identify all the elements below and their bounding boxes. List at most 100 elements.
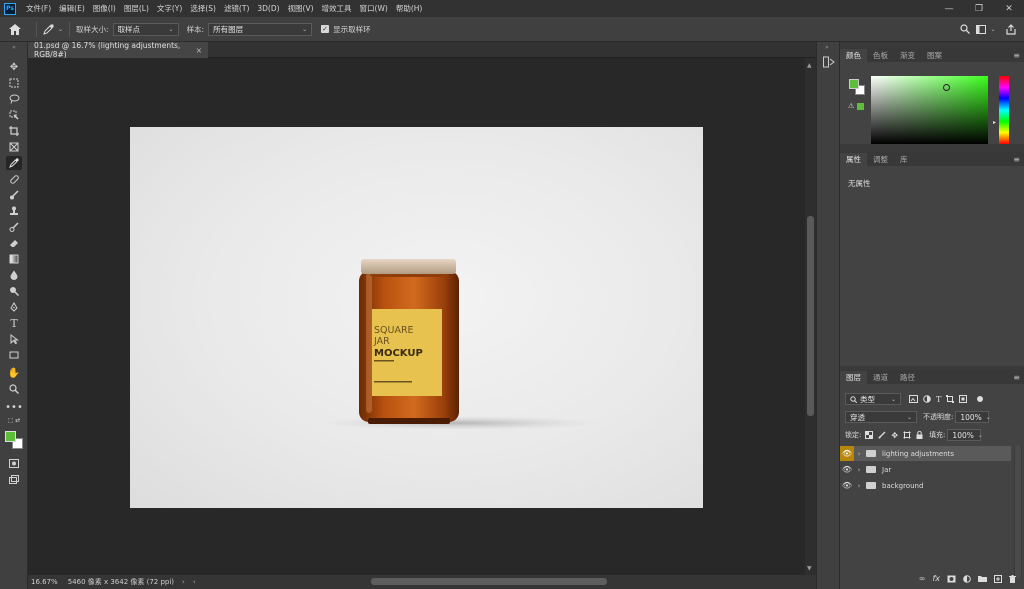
panel-menu-icon[interactable]: ≡: [1013, 373, 1020, 382]
fx-icon[interactable]: fx: [932, 574, 940, 583]
menu-select[interactable]: 选择(S): [186, 3, 220, 14]
adjustment-icon[interactable]: [963, 574, 971, 583]
healing-brush-tool-icon[interactable]: [6, 172, 22, 186]
chevron-right-icon[interactable]: ›: [854, 482, 864, 490]
panel-menu-icon[interactable]: ≡: [1013, 155, 1020, 164]
close-window-button[interactable]: ✕: [994, 0, 1024, 17]
trash-icon[interactable]: [1009, 574, 1016, 583]
filter-type-icon[interactable]: T: [936, 395, 941, 404]
filter-toggle-icon[interactable]: [977, 396, 984, 402]
foreground-color-swatch[interactable]: [5, 431, 16, 442]
mask-icon[interactable]: [947, 575, 956, 583]
layer-row-background[interactable]: 👁 › background: [840, 478, 1011, 493]
more-tools-icon[interactable]: •••: [5, 400, 23, 414]
search-icon[interactable]: [956, 24, 974, 34]
hue-slider[interactable]: ▸: [993, 76, 1009, 144]
sample-select[interactable]: 所有图层 ⌄: [208, 22, 313, 36]
pen-tool-icon[interactable]: [6, 300, 22, 314]
eraser-tool-icon[interactable]: [6, 236, 22, 250]
blend-mode-select[interactable]: 穿透 ⌄: [845, 411, 917, 423]
menu-filter[interactable]: 滤镜(T): [220, 3, 253, 14]
home-icon[interactable]: [0, 23, 30, 35]
clone-stamp-tool-icon[interactable]: [6, 204, 22, 218]
visibility-eye-icon[interactable]: 👁: [840, 446, 854, 461]
document-info[interactable]: 5460 像素 x 3642 像素 (72 ppi): [68, 577, 174, 587]
move-tool-icon[interactable]: ✥: [6, 60, 22, 74]
menu-3d[interactable]: 3D(D): [253, 4, 283, 13]
panel-menu-icon[interactable]: ≡: [1013, 51, 1020, 60]
menu-image[interactable]: 图像(I): [89, 3, 120, 14]
menu-layer[interactable]: 图层(L): [120, 3, 153, 14]
visibility-eye-icon[interactable]: 👁: [840, 481, 854, 490]
minimize-button[interactable]: —: [934, 0, 964, 17]
path-selection-tool-icon[interactable]: [6, 332, 22, 346]
gradient-tool-icon[interactable]: [6, 252, 22, 266]
link-icon[interactable]: ∞: [919, 574, 926, 583]
layer-name[interactable]: background: [882, 482, 923, 490]
screen-mode-icon[interactable]: [6, 472, 22, 486]
lock-transparent-icon[interactable]: [865, 431, 874, 439]
menu-plugins[interactable]: 增效工具: [318, 3, 356, 14]
marquee-tool-icon[interactable]: [6, 76, 22, 90]
tab-layers[interactable]: 图层: [840, 371, 867, 384]
hue-slider-handle[interactable]: ▸: [993, 119, 996, 126]
menu-view[interactable]: 视图(V): [284, 3, 318, 14]
foreground-color-chip[interactable]: [849, 79, 859, 89]
visibility-eye-icon[interactable]: 👁: [840, 465, 854, 474]
horizontal-scroll-thumb[interactable]: [371, 578, 607, 585]
zoom-tool-icon[interactable]: [6, 382, 22, 396]
brush-tool-icon[interactable]: [6, 188, 22, 202]
layer-name[interactable]: Jar: [882, 466, 891, 474]
lock-position-icon[interactable]: ✥: [891, 431, 898, 440]
gamut-warning-icon[interactable]: ⚠: [848, 102, 854, 110]
workspace-icon[interactable]: ⌄: [974, 24, 998, 34]
blur-tool-icon[interactable]: [6, 268, 22, 282]
tab-color[interactable]: 颜色: [840, 49, 867, 62]
opacity-input[interactable]: 100% ⌄: [955, 411, 991, 423]
chevron-right-icon[interactable]: ›: [182, 578, 185, 586]
maximize-button[interactable]: ❐: [964, 0, 994, 17]
tab-gradients[interactable]: 渐变: [894, 49, 921, 62]
eyedropper-preset-icon[interactable]: ⌄: [43, 24, 63, 35]
dodge-tool-icon[interactable]: [6, 284, 22, 298]
object-selection-tool-icon[interactable]: [6, 108, 22, 122]
layer-row-lighting-adjustments[interactable]: 👁 › lighting adjustments: [840, 446, 1011, 461]
tab-swatches[interactable]: 色板: [867, 49, 894, 62]
tab-adjustments[interactable]: 调整: [867, 153, 894, 166]
folder-icon[interactable]: [978, 575, 987, 582]
eyedropper-tool-icon[interactable]: [6, 156, 22, 170]
lock-pixels-icon[interactable]: [878, 431, 886, 439]
frame-tool-icon[interactable]: [6, 140, 22, 154]
chevron-left-icon[interactable]: ‹: [193, 578, 196, 586]
tab-paths[interactable]: 路径: [894, 371, 921, 384]
collapse-panels-icon[interactable]: »: [825, 44, 829, 51]
vertical-scrollbar[interactable]: ▲ ▼: [805, 58, 816, 575]
document-tab[interactable]: 01.psd @ 16.7% (lighting adjustments, RG…: [28, 41, 208, 59]
layers-scrollbar[interactable]: [1014, 446, 1022, 578]
tab-properties[interactable]: 属性: [840, 153, 867, 166]
crop-tool-icon[interactable]: [6, 124, 22, 138]
lock-all-icon[interactable]: [916, 431, 923, 439]
fill-input[interactable]: 100% ⌄: [947, 429, 983, 441]
color-picker-ring[interactable]: [943, 84, 950, 91]
quick-mask-icon[interactable]: [6, 456, 22, 470]
swap-colors-icon[interactable]: ⬚ ⇄: [6, 416, 22, 424]
menu-help[interactable]: 帮助(H): [392, 3, 427, 14]
collapse-toolbar-icon[interactable]: «: [6, 44, 22, 51]
layer-name[interactable]: lighting adjustments: [882, 450, 954, 458]
lock-artboard-icon[interactable]: [903, 431, 912, 439]
share-icon[interactable]: [998, 23, 1024, 35]
chevron-right-icon[interactable]: ›: [854, 450, 864, 458]
lasso-tool-icon[interactable]: [6, 92, 22, 106]
type-tool-icon[interactable]: T: [6, 316, 22, 330]
menu-type[interactable]: 文字(Y): [153, 3, 186, 14]
show-sampling-ring-checkbox[interactable]: ✓ 显示取样环: [321, 24, 375, 35]
vertical-scroll-thumb[interactable]: [807, 216, 814, 416]
web-safe-swatch[interactable]: [857, 103, 864, 110]
zoom-level[interactable]: 16.67%: [31, 578, 58, 586]
sample-size-select[interactable]: 取样点 ⌄: [112, 22, 179, 36]
color-field[interactable]: [871, 76, 988, 144]
filter-adjustment-icon[interactable]: [923, 395, 931, 403]
filter-pixel-icon[interactable]: [909, 395, 918, 403]
filter-shape-icon[interactable]: [946, 395, 955, 403]
